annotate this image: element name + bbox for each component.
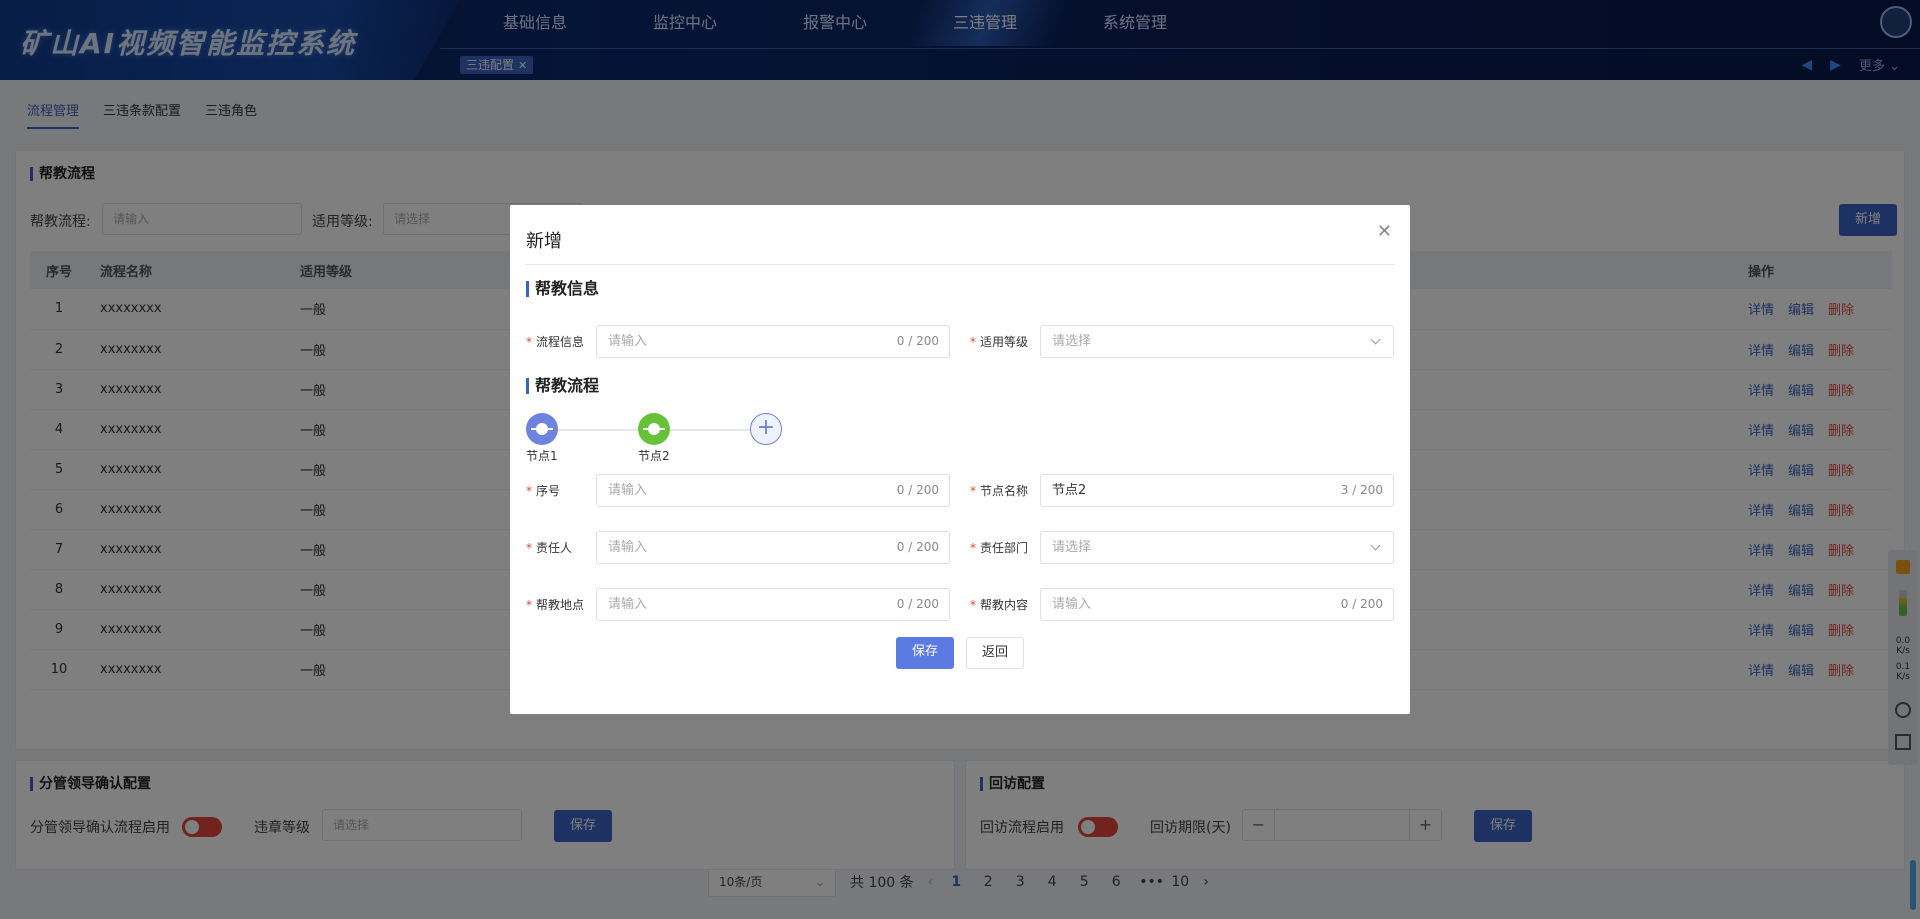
- char-count: 3 / 200: [1340, 483, 1383, 497]
- content-label: * 帮教内容: [970, 598, 1029, 612]
- owner-input[interactable]: 请输入 0 / 200: [596, 531, 950, 564]
- node-name-input[interactable]: 节点2 3 / 200: [1040, 474, 1394, 507]
- add-dialog: 新增 ✕ 帮教信息 * 流程信息 请输入 0 / 200 * 适用等级 请选择 帮教流…: [510, 205, 1410, 714]
- node-1[interactable]: [526, 413, 558, 445]
- content-input[interactable]: 请输入 0 / 200: [1040, 588, 1394, 621]
- dialog-divider: [526, 264, 1394, 265]
- dialog-title: 新增: [526, 231, 562, 252]
- char-count: 0 / 200: [1340, 597, 1383, 611]
- dept-select[interactable]: 请选择: [1040, 531, 1394, 564]
- close-icon[interactable]: ✕: [1377, 221, 1392, 242]
- node-connector: [556, 429, 640, 431]
- chevron-down-icon: [1370, 540, 1381, 551]
- place-input[interactable]: 请输入 0 / 200: [596, 588, 950, 621]
- process-info-label: * 流程信息: [526, 335, 585, 349]
- add-node-icon[interactable]: +: [750, 413, 782, 445]
- node-2-label: 节点2: [638, 449, 670, 463]
- node-1-label: 节点1: [526, 449, 558, 463]
- place-label: * 帮教地点: [526, 598, 585, 612]
- node-2[interactable]: [638, 413, 670, 445]
- info-section-title: 帮教信息: [526, 281, 599, 297]
- node-connector: [668, 429, 752, 431]
- node-name-label: * 节点名称: [970, 484, 1029, 498]
- char-count: 0 / 200: [896, 334, 939, 348]
- seq-label: * 序号: [526, 484, 561, 498]
- owner-label: * 责任人: [526, 541, 573, 555]
- process-info-input[interactable]: 请输入 0 / 200: [596, 325, 950, 358]
- seq-input[interactable]: 请输入 0 / 200: [596, 474, 950, 507]
- chevron-down-icon: [1370, 334, 1381, 345]
- char-count: 0 / 200: [896, 540, 939, 554]
- save-button[interactable]: 保存: [896, 637, 954, 669]
- level-label: * 适用等级: [970, 335, 1029, 349]
- back-button[interactable]: 返回: [966, 637, 1024, 669]
- flow-section-title: 帮教流程: [526, 378, 599, 394]
- level-select[interactable]: 请选择: [1040, 325, 1394, 358]
- char-count: 0 / 200: [896, 597, 939, 611]
- dept-label: * 责任部门: [970, 541, 1029, 555]
- char-count: 0 / 200: [896, 483, 939, 497]
